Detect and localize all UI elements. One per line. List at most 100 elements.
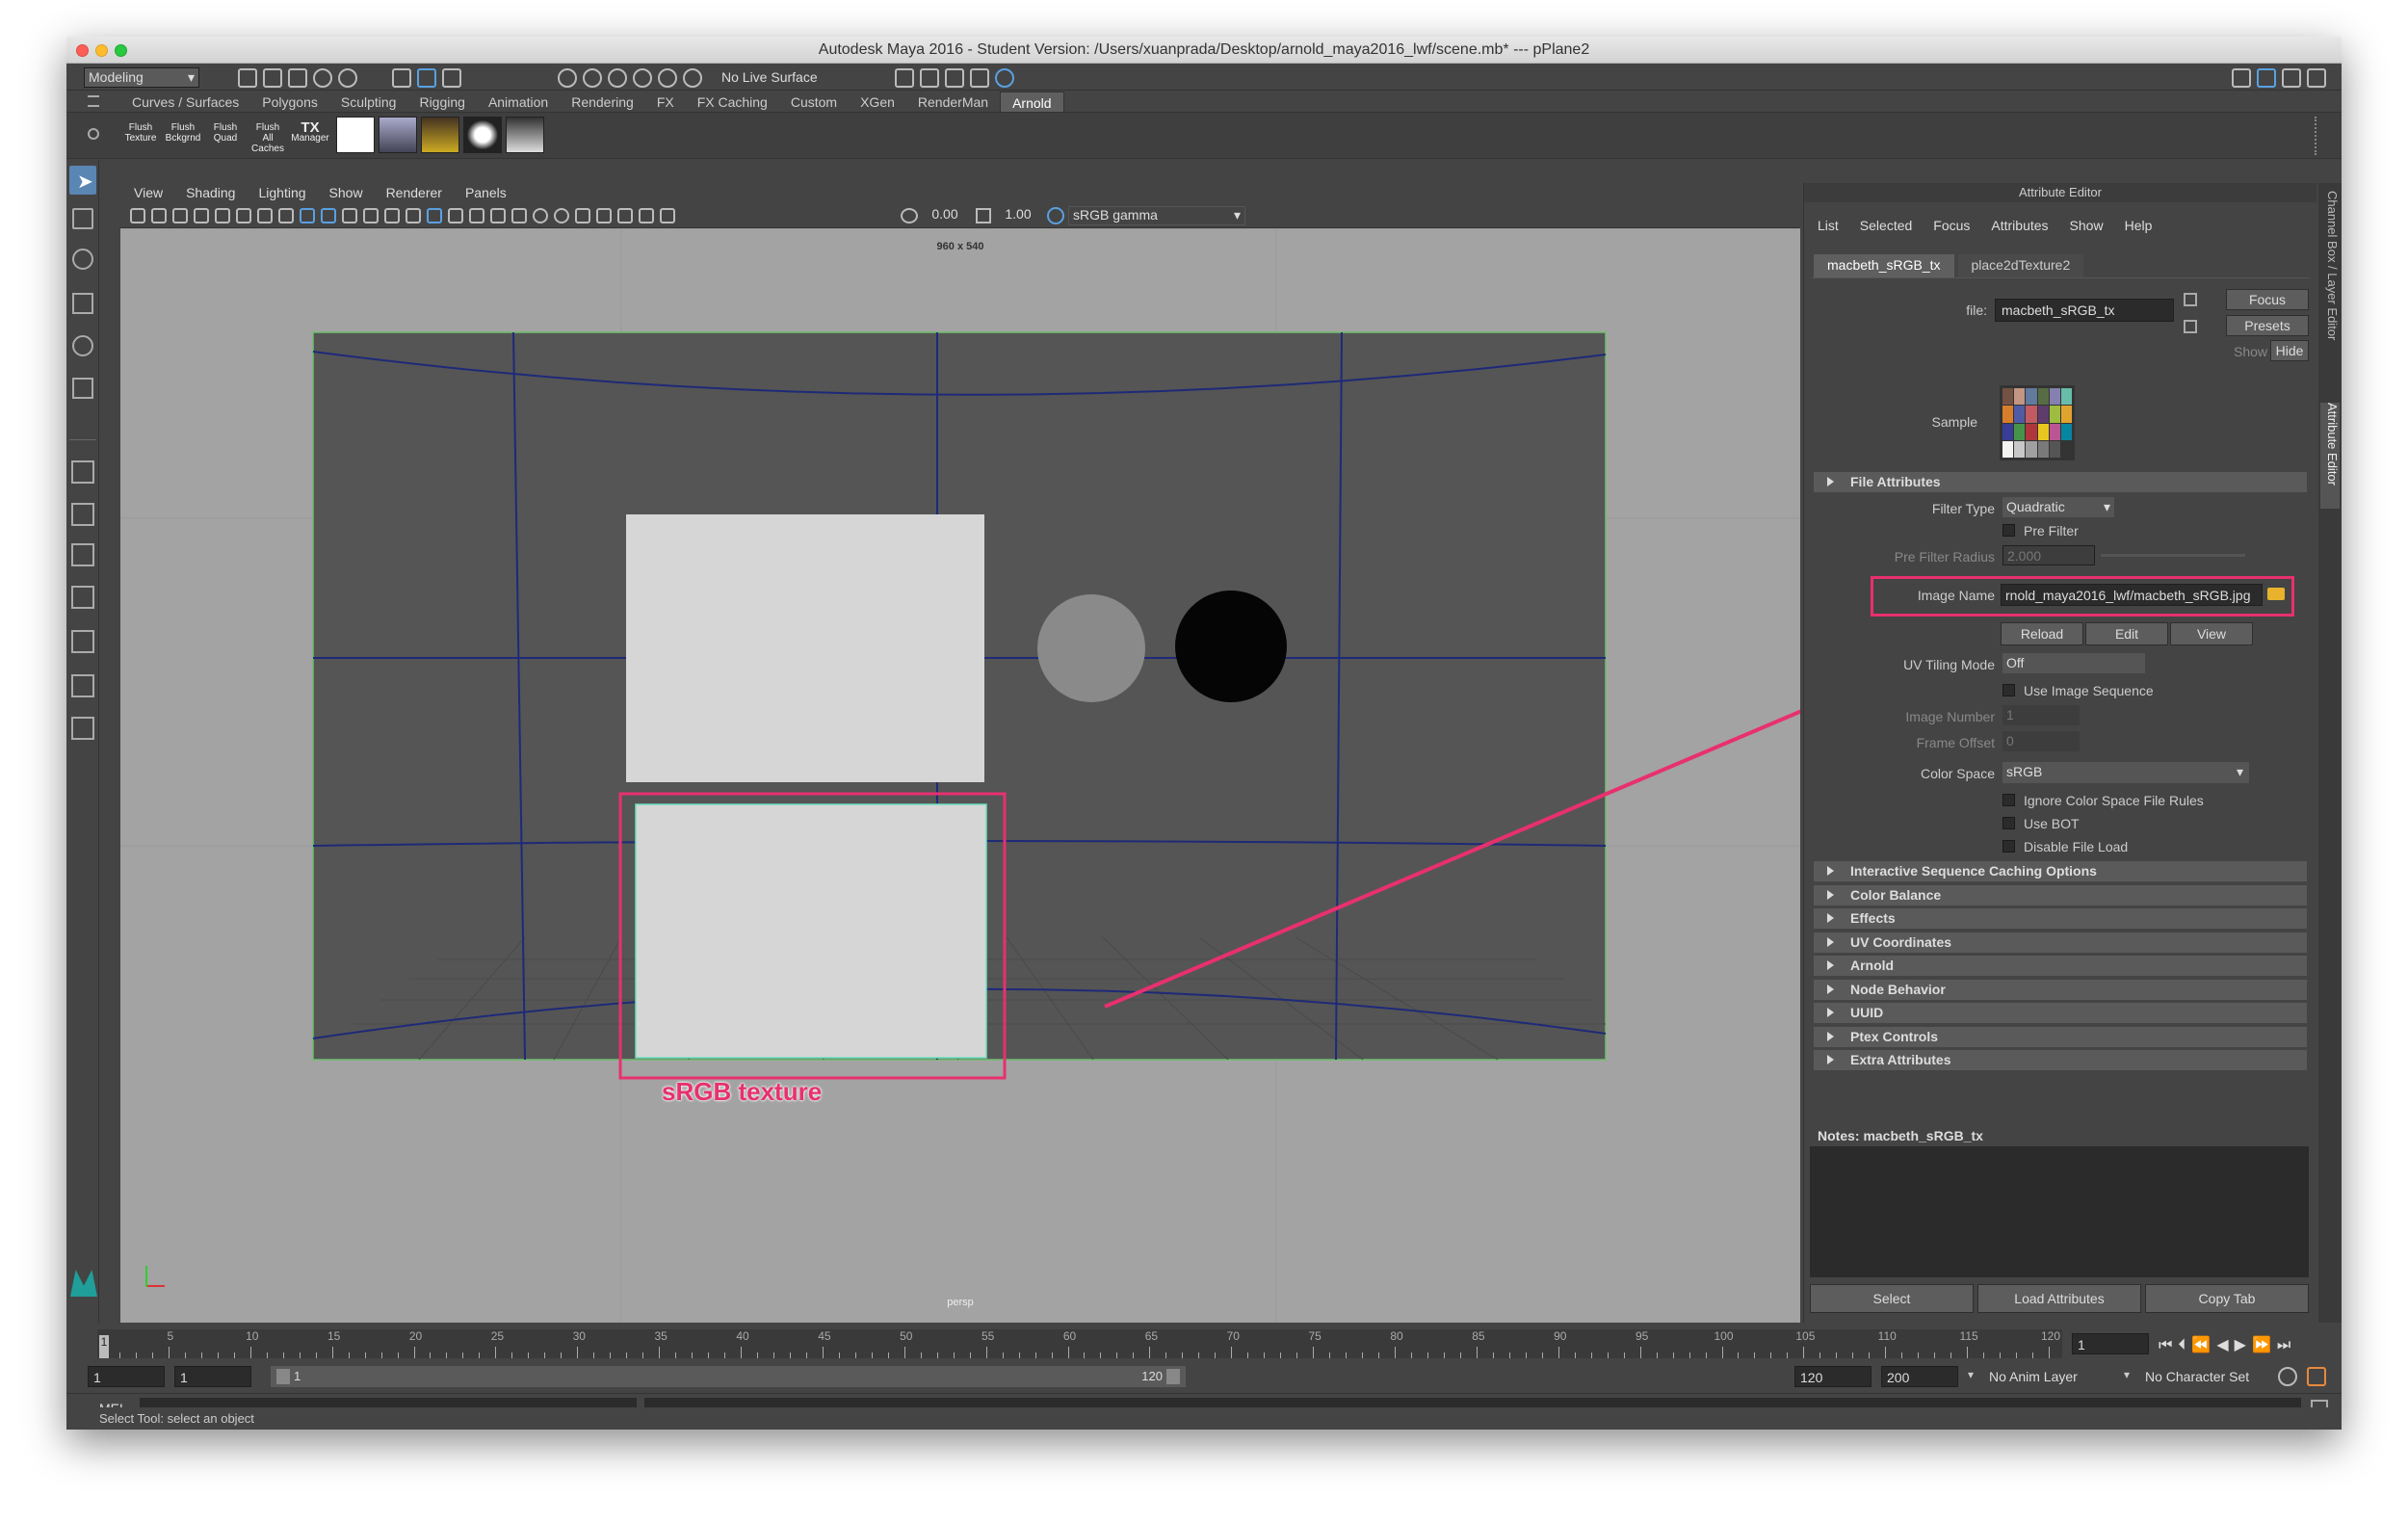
render-current-icon[interactable] [895,68,914,88]
shelf-tab-fx[interactable]: FX [645,92,686,113]
scale-tool-icon[interactable] [72,378,93,399]
ipr-render-icon[interactable] [920,68,939,88]
folder-icon[interactable] [2267,588,2285,600]
shelf-tab-rendering[interactable]: Rendering [560,92,645,113]
current-frame-field[interactable]: 1 [2072,1333,2149,1354]
animation-end-field[interactable]: 200 [1881,1366,1958,1387]
ignore-color-space-checkbox[interactable] [2002,794,2015,806]
view-button[interactable]: View [2170,622,2253,645]
use-bot-checkbox[interactable] [2002,817,2015,829]
bookmark-icon[interactable] [172,208,188,224]
reload-button[interactable]: Reload [2001,622,2083,645]
lights-icon[interactable] [490,208,506,224]
shelf-settings-icon[interactable] [88,128,99,140]
paint-select-icon[interactable] [72,249,93,270]
lasso-tool-icon[interactable] [72,208,93,229]
use-image-sequence-checkbox[interactable] [2002,684,2015,696]
wireframe-icon[interactable] [406,208,421,224]
range-slider[interactable]: 1 120 [271,1366,1186,1387]
section-effects[interactable]: Effects [1814,908,2307,929]
file-attributes-section[interactable]: File Attributes [1814,472,2307,492]
gamma-icon[interactable] [976,208,991,223]
preferences-icon[interactable] [2307,1367,2326,1386]
image-plane-icon[interactable] [194,208,209,224]
viewport-menu-show[interactable]: Show [329,185,363,200]
select-tool-button[interactable]: ➤ [69,166,96,195]
auto-key-icon[interactable] [2278,1367,2297,1386]
shelf-menu-icon[interactable] [88,95,99,107]
current-time-marker[interactable]: 1 [99,1335,109,1358]
viewport-menu-lighting[interactable]: Lighting [258,185,305,200]
animation-start-field[interactable]: 1 [88,1366,165,1387]
select-component-icon[interactable] [442,68,461,88]
light-shelf-icon[interactable] [421,117,459,153]
shelf-tab-arnold[interactable]: Arnold [1000,92,1064,113]
filter-type-dropdown[interactable]: Quadratic ▾ [2002,497,2114,517]
section-ptex-controls[interactable]: Ptex Controls [1814,1026,2307,1047]
save-scene-icon[interactable] [288,68,307,88]
gate-mask-icon[interactable] [321,208,336,224]
render-view-icon[interactable] [995,68,1014,88]
hide-button[interactable]: Hide [2270,340,2309,361]
snap-curve-icon[interactable] [583,68,602,88]
xray-icon[interactable] [617,208,633,224]
range-start-handle[interactable] [276,1369,290,1384]
ae-tab-place2dtexture2[interactable]: place2dTexture2 [1957,254,2084,277]
backface-icon[interactable] [660,208,675,224]
light-shelf-icon[interactable] [463,117,502,153]
character-set-dropdown[interactable]: No Character Set [2145,1369,2249,1384]
section-color-balance[interactable]: Color Balance [1814,884,2307,906]
uv-tiling-dropdown[interactable]: Off [2002,653,2145,673]
play-forward-icon[interactable]: ▶ [2235,1337,2252,1353]
gamma-field[interactable]: 1.00 [995,206,1041,224]
xray-joints-icon[interactable] [639,208,654,224]
camera-icon[interactable] [130,208,145,224]
ae-menu-selected[interactable]: Selected [1860,218,1912,233]
light-shelf-icon[interactable] [506,117,544,153]
snap-pivot-icon[interactable] [683,68,702,88]
input-connection-icon[interactable] [2184,293,2197,306]
step-forward-key-icon[interactable]: ⏩ [2252,1337,2277,1353]
channel-box-toggle-icon[interactable] [2307,68,2326,88]
rotate-tool-icon[interactable] [72,335,93,356]
section-interactive-sequence-caching-options[interactable]: Interactive Sequence Caching Options [1814,861,2307,881]
mode-dropdown[interactable]: Modeling ▾ [84,67,199,88]
ae-menu-list[interactable]: List [1818,218,1839,233]
shadows-icon[interactable] [511,208,527,224]
range-end-handle[interactable] [1166,1369,1180,1384]
viewport-menu-shading[interactable]: Shading [186,185,235,200]
undo-icon[interactable] [313,68,332,88]
viewport-menu-view[interactable]: View [134,185,163,200]
viewport-panel[interactable]: View Shading Lighting Show Renderer Panels 0.… [120,183,1800,1323]
grid-icon[interactable] [257,208,273,224]
redo-icon[interactable] [338,68,357,88]
grease-pencil-icon[interactable] [236,208,251,224]
snap-point-icon[interactable] [608,68,627,88]
time-slider[interactable]: 5 10 15 20 25 30 35 40 45 50 55 60 65 70 75 80 85 90 95 100… [66,1324,2342,1360]
output-connection-icon[interactable] [2184,320,2197,333]
smooth-shade-icon[interactable] [427,208,442,224]
section-uuid[interactable]: UUID [1814,1003,2307,1023]
file-node-field[interactable]: macbeth_sRGB_tx [1995,299,2174,322]
pre-filter-checkbox[interactable] [2002,524,2015,537]
anti-aliasing-icon[interactable] [575,208,590,224]
section-arnold[interactable]: Arnold [1814,956,2307,976]
ae-tab-macbeth-srgb-tx[interactable]: macbeth_sRGB_tx [1814,254,1954,277]
shelf-tab-fx-caching[interactable]: FX Caching [686,92,779,113]
sphere-black[interactable] [1175,591,1287,702]
show-button[interactable]: Show [2234,344,2267,359]
persp-outliner-layout-icon[interactable] [71,543,94,566]
select-hierarchy-icon[interactable] [392,68,411,88]
viewport-menu-panels[interactable]: Panels [465,185,507,200]
select-button[interactable]: Select [1810,1284,1974,1313]
tool-settings-icon[interactable] [2282,68,2301,88]
render-settings-icon[interactable] [945,68,964,88]
go-to-end-icon[interactable]: ⏭ [2277,1337,2296,1353]
playback-end-field[interactable]: 120 [1794,1366,1871,1387]
channel-box-tab[interactable]: Channel Box / Layer Editor [2320,191,2340,383]
attribute-editor-toggle-icon[interactable] [2257,68,2276,88]
shelf-scroll-icon[interactable] [2315,117,2326,155]
field-chart-icon[interactable] [342,208,357,224]
outliner-layout-icon[interactable] [71,630,94,653]
2d-pan-icon[interactable] [215,208,230,224]
